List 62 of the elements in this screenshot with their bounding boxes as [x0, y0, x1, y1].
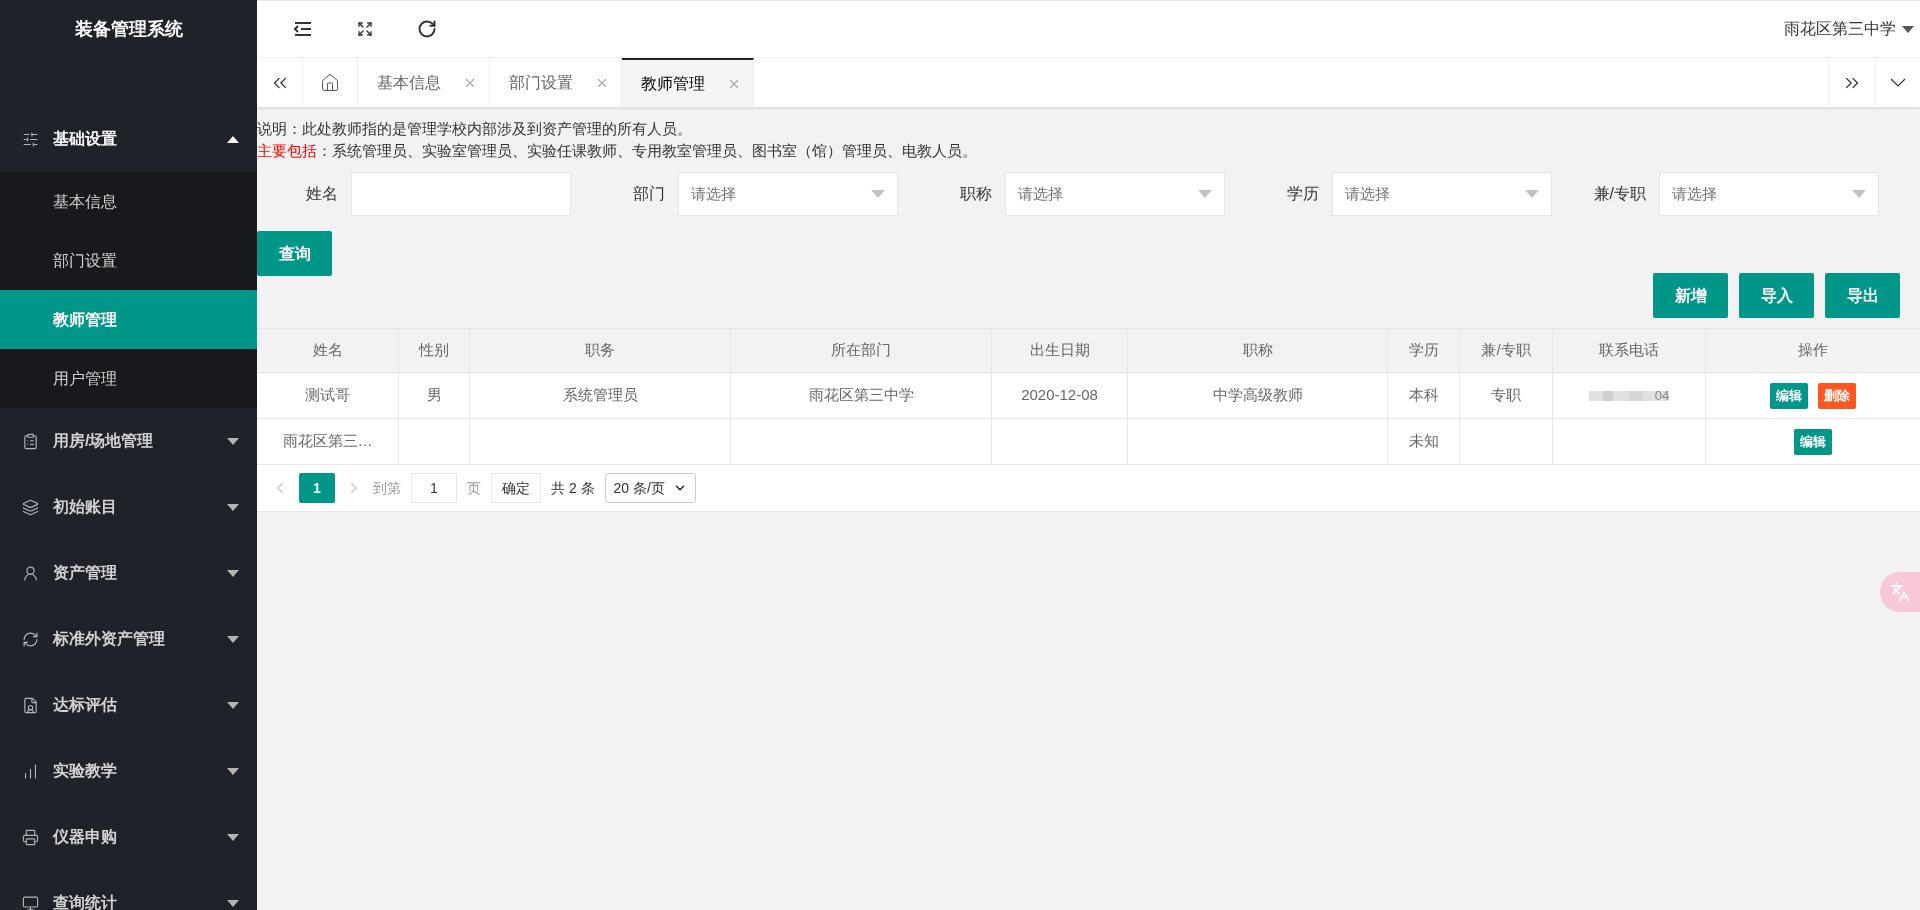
filter-label: 职称: [959, 184, 993, 204]
table-cell-text: 雨花区第三中学: [808, 385, 914, 406]
column-header: 学历: [1388, 329, 1460, 372]
app-title: 装备管理系统: [74, 17, 183, 41]
toolbar-button[interactable]: 导入: [1739, 273, 1814, 318]
table-cell-text: 本科: [1408, 385, 1439, 406]
sidebar-menu-item[interactable]: 用房/场地管理: [0, 408, 257, 474]
sidebar-sub-item[interactable]: 用户管理: [0, 349, 257, 408]
page-unit-label: 页: [467, 478, 481, 498]
toolbar-button[interactable]: 新增: [1653, 273, 1728, 318]
column-header: 职务: [470, 329, 731, 372]
page-tab[interactable]: 教师管理: [622, 58, 754, 107]
goto-label: 到第: [373, 478, 401, 498]
total-count: 共 2 条: [551, 478, 595, 498]
page-tab[interactable]: 基本信息: [358, 58, 490, 107]
toolbar-button[interactable]: 导出: [1825, 273, 1900, 318]
sidebar-menu-item[interactable]: 仪器申购: [0, 804, 257, 870]
table-cell-text: 雨花区第三…: [282, 431, 373, 452]
column-header: 性别: [399, 329, 470, 372]
select-field[interactable]: 请选择: [1659, 172, 1879, 216]
column-header: 操作: [1797, 340, 1829, 361]
sidebar-menu-item[interactable]: 达标评估: [0, 672, 257, 738]
table-cell-text: 2020-12-08: [1021, 385, 1098, 406]
table-cell-text: 专职: [1491, 385, 1521, 406]
select-field[interactable]: 请选择: [678, 172, 898, 216]
user-menu[interactable]: 雨花区第三中学: [1784, 17, 1914, 41]
sidebar-menu-item[interactable]: 基础设置: [0, 106, 257, 172]
table-cell-text: 测试哥: [305, 385, 350, 406]
sidebar-menu-item[interactable]: 实验教学: [0, 738, 257, 804]
filter-label: 部门: [632, 184, 666, 204]
notice-text: 主要包括：系统管理员、实验室管理员、实验任课教师、专用教室管理员、图书室（馆）管理员、电教人员。: [257, 141, 978, 161]
sidebar-sub-item[interactable]: 部门设置: [0, 231, 257, 290]
confirm-button[interactable]: 确定: [491, 473, 541, 503]
page-number[interactable]: 1: [299, 473, 335, 503]
sidebar-menu-item[interactable]: 初始账目: [0, 474, 257, 540]
table-cell-text: 04: [1654, 386, 1670, 405]
column-header: 出生日期: [992, 329, 1128, 372]
search-button[interactable]: 查询: [257, 231, 332, 276]
sidebar-menu-item[interactable]: 资产管理: [0, 540, 257, 606]
filter-label: 学历: [1286, 184, 1320, 204]
column-header: 姓名: [257, 329, 399, 372]
table-cell-text: 系统管理员: [562, 385, 638, 406]
edit-button[interactable]: 编辑: [1770, 382, 1808, 409]
filter-label: 姓名: [305, 184, 339, 204]
sidebar-sub-item[interactable]: 教师管理: [0, 290, 257, 349]
table-cell-text: 未知: [1408, 431, 1439, 452]
select-field[interactable]: 请选择: [1332, 172, 1552, 216]
sidebar-menu-item[interactable]: 标准外资产管理: [0, 606, 257, 672]
column-header: 所在部门: [731, 329, 992, 372]
sidebar-menu-item[interactable]: 查询统计: [0, 870, 257, 910]
column-header: 职称: [1128, 329, 1388, 372]
select-field[interactable]: 请选择: [1005, 172, 1225, 216]
column-header: 兼/专职: [1460, 329, 1553, 372]
table-cell-text: 男: [426, 385, 442, 406]
notice-text: 说明：此处教师指的是管理学校内部涉及到资产管理的所有人员。: [257, 119, 693, 139]
page-size-select[interactable]: 20 条/页: [604, 473, 696, 503]
edit-button[interactable]: 编辑: [1794, 428, 1832, 455]
column-header: 联系电话: [1553, 329, 1706, 372]
page-input-field[interactable]: 1: [411, 473, 457, 503]
filter-label: 兼/专职: [1592, 184, 1647, 204]
table-cell-text: 中学高级教师: [1212, 385, 1303, 406]
sidebar-sub-item[interactable]: 基本信息: [0, 172, 257, 231]
